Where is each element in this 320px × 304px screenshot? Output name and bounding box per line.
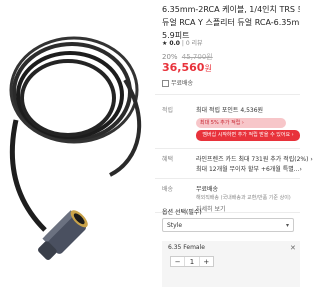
- rating-score: 0.0: [169, 40, 180, 47]
- shipping-overseas: 해외직배송 (국내배송과 교환/반품 기준 상이): [196, 195, 291, 201]
- product-image[interactable]: [0, 0, 155, 300]
- benefit-installment[interactable]: 최대 12개월 무이자 할부 +6개월 특별...›: [196, 164, 302, 173]
- sale-price: 36,560원: [162, 61, 212, 74]
- shipping-label: 배송: [162, 186, 174, 193]
- rating[interactable]: ★ 0.0 | 0 리뷰: [162, 38, 203, 47]
- membership-button[interactable]: 멤버십 시작하면 추가 적립 받을 수 있어요 ›: [196, 130, 300, 141]
- option-title: 옵션 선택(필수): [162, 209, 202, 216]
- divider: [155, 94, 300, 95]
- chevron-down-icon: ▾: [285, 222, 289, 229]
- quantity-value[interactable]: 1: [184, 257, 200, 266]
- cable-image: [9, 36, 142, 260]
- selected-option-name: 6.35 Female: [168, 244, 205, 251]
- plus-button[interactable]: +: [200, 257, 213, 266]
- checkbox-icon: [162, 80, 169, 87]
- product-title: 6.35mm-2RCA 케이블, 1/4인치 TRS 모노 듀얼 RCA Y 스…: [162, 5, 300, 40]
- divider: [155, 178, 300, 179]
- original-price: 45,700원: [181, 53, 213, 61]
- extra-point-button[interactable]: 최대 5% 추가 적립 ›: [196, 118, 286, 128]
- point-value: 최대 적립 포인트 4,536원: [196, 107, 264, 114]
- quantity-stepper[interactable]: − 1 +: [170, 256, 214, 267]
- style-select[interactable]: Style ▾: [162, 218, 294, 232]
- close-icon[interactable]: ✕: [290, 244, 296, 252]
- free-shipping-badge: 무료배송: [162, 78, 193, 87]
- review-count[interactable]: 0 리뷰: [186, 40, 203, 47]
- divider: [155, 148, 300, 149]
- benefit-label: 혜택: [162, 156, 174, 163]
- point-label: 적립: [162, 107, 174, 114]
- minus-button[interactable]: −: [171, 257, 184, 266]
- discount-rate: 20%: [162, 53, 178, 61]
- benefit-card[interactable]: 라인프렌즈 카드 최대 731원 추가 적립(2%) ›: [196, 154, 313, 163]
- star-icon: ★: [162, 40, 168, 47]
- shipping-free: 무료배송: [196, 186, 219, 193]
